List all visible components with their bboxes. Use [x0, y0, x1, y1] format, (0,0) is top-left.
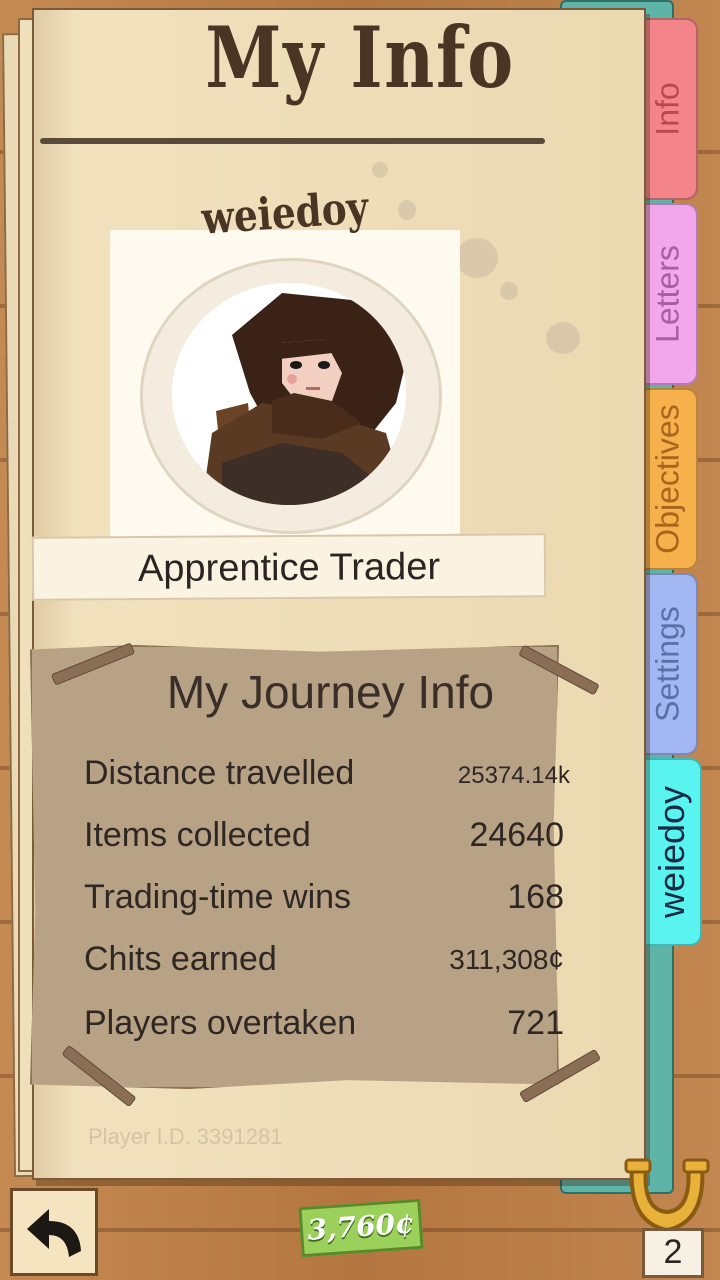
stat-value: 25374.14k	[457, 762, 570, 789]
tab-settings-label: Settings	[649, 606, 686, 722]
stat-label: Chits earned	[84, 940, 277, 978]
journey-title: My Journey Info	[166, 666, 495, 718]
tab-objectives-label: Objectives	[649, 404, 686, 554]
page-title: My Info	[205, 8, 515, 107]
stat-value: 311,308¢	[449, 944, 564, 975]
horseshoe-count: 2	[663, 1233, 683, 1271]
tab-letters-label: Letters	[649, 245, 686, 343]
stat-value: 168	[507, 878, 564, 916]
rank-title: Apprentice Trader	[137, 545, 441, 591]
stain	[500, 282, 518, 300]
stat-label: Distance travelled	[84, 754, 355, 792]
tab-objectives[interactable]: Objectives	[638, 388, 698, 570]
stain	[372, 162, 388, 178]
stat-label: Items collected	[84, 816, 311, 854]
stat-row: Players overtaken 721	[84, 1004, 564, 1054]
stain	[546, 322, 580, 354]
currency-badge: 3,760¢	[298, 1198, 424, 1258]
avatar-portrait	[172, 283, 406, 505]
tab-user-label: weiedoy	[651, 785, 692, 919]
back-arrow-icon	[27, 1209, 81, 1257]
stat-row: Trading-time wins 168	[84, 878, 564, 928]
stat-row: Chits earned 311,308¢	[84, 940, 564, 990]
horseshoe-count-badge: 2	[642, 1228, 704, 1278]
stat-label: Players overtaken	[84, 1004, 357, 1042]
stain	[398, 200, 416, 220]
stat-value: 24640	[469, 816, 564, 854]
stat-row: Distance travelled 25374.14k	[84, 754, 570, 804]
title-divider	[40, 138, 545, 144]
back-button[interactable]	[10, 1188, 98, 1276]
tab-settings[interactable]: Settings	[638, 573, 698, 755]
tab-letters[interactable]: Letters	[638, 203, 698, 385]
stat-label: Trading-time wins	[84, 878, 352, 916]
avatar[interactable]	[172, 283, 406, 505]
currency-amount: 3,760¢	[306, 1206, 416, 1247]
tab-user-profile[interactable]: weiedoy	[642, 758, 702, 946]
rank-banner: Apprentice Trader	[31, 533, 547, 601]
stain	[456, 238, 498, 278]
player-id: Player I.D. 3391281	[88, 1124, 283, 1149]
stat-value: 721	[507, 1004, 564, 1042]
stat-row: Items collected 24640	[84, 816, 564, 866]
